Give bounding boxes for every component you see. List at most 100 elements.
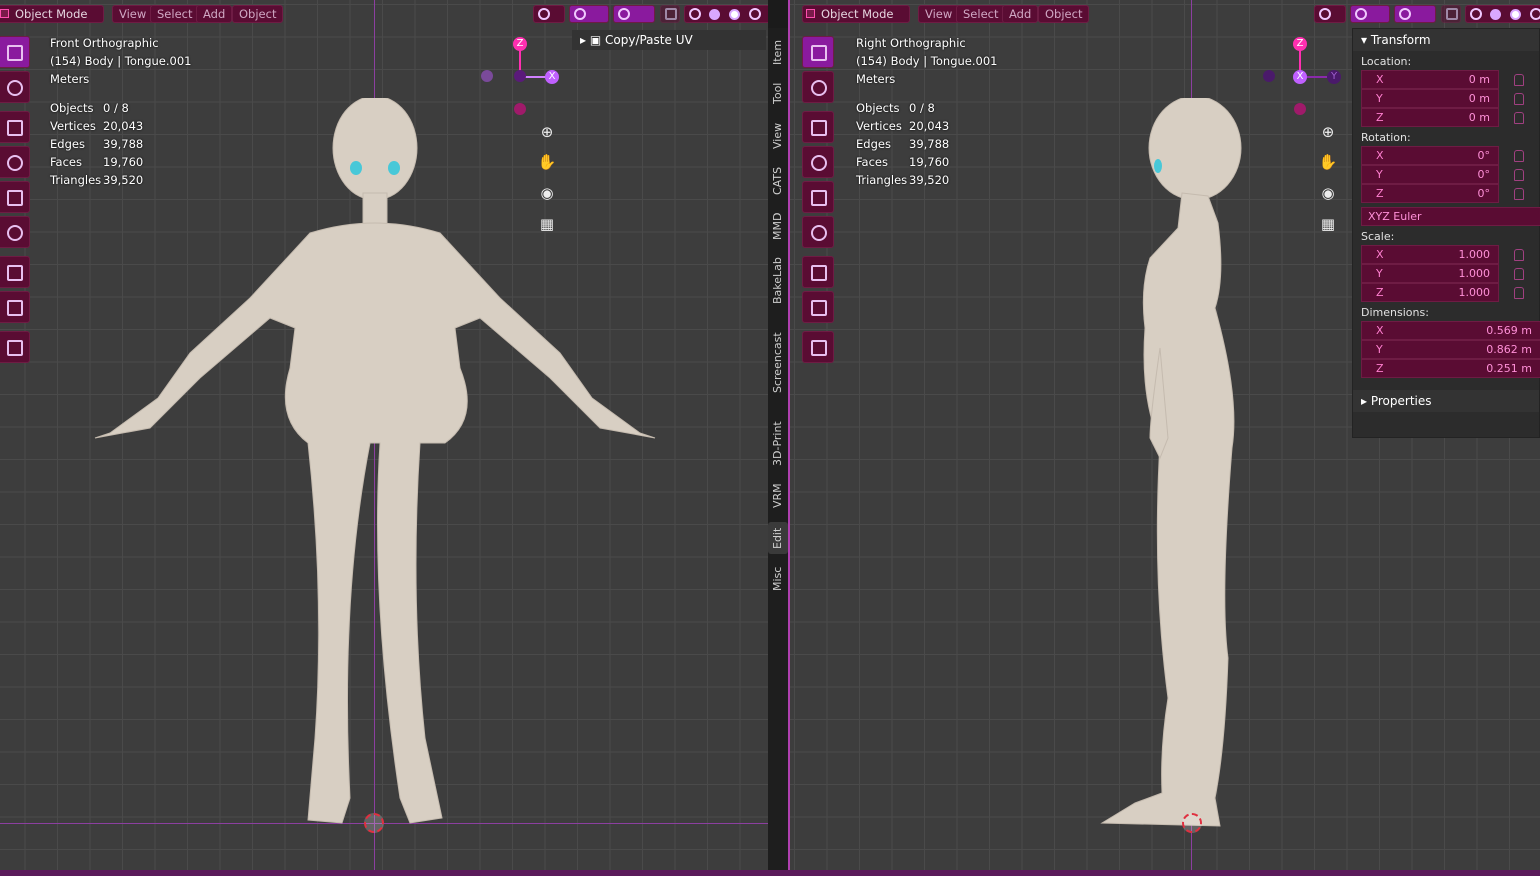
gizmo-y-axis[interactable] [514, 70, 526, 82]
location-z-field[interactable]: Z0 m [1361, 108, 1524, 127]
3d-cursor[interactable] [364, 813, 384, 833]
visibility-button[interactable] [1314, 5, 1346, 23]
lock-icon[interactable] [1514, 287, 1524, 299]
menu-add[interactable]: Add [1002, 5, 1039, 23]
measure-tool[interactable] [0, 291, 30, 323]
location-y-field[interactable]: Y0 m [1361, 89, 1524, 108]
transform-header[interactable]: ▾ Transform [1353, 29, 1539, 51]
tab-misc[interactable]: Misc [768, 564, 788, 594]
move-tool[interactable] [0, 111, 30, 143]
material-shading-icon[interactable] [1510, 9, 1521, 20]
gizmo-x-axis[interactable]: X [1293, 70, 1307, 84]
annotate-tool[interactable] [802, 256, 834, 288]
gizmo-z-axis[interactable]: Z [1293, 37, 1307, 51]
select-box-tool[interactable] [802, 36, 834, 68]
overlay-toggle[interactable] [613, 5, 655, 23]
gizmo-x-axis[interactable]: X [545, 70, 559, 84]
lock-icon[interactable] [1514, 93, 1524, 105]
navigation-gizmo[interactable]: Z Y X [1262, 36, 1352, 126]
zoom-icon[interactable]: ⊕ [1316, 120, 1340, 144]
xray-toggle[interactable] [1441, 5, 1461, 23]
menu-select[interactable]: Select [956, 5, 1006, 23]
rotation-mode-dropdown[interactable]: XYZ Euler [1361, 207, 1540, 226]
rotation-x-field[interactable]: X 0° [1361, 146, 1524, 165]
tab-view[interactable]: View [768, 120, 788, 152]
add-cube-tool[interactable] [802, 331, 834, 363]
lock-icon[interactable] [1514, 150, 1524, 162]
select-box-tool[interactable] [0, 36, 30, 68]
transform-tool[interactable] [802, 216, 834, 248]
lock-icon[interactable] [1514, 74, 1524, 86]
scale-tool[interactable] [0, 181, 30, 213]
measure-tool[interactable] [802, 291, 834, 323]
scale-x-field[interactable]: X 1.000 [1361, 245, 1524, 264]
pan-hand-icon[interactable]: ✋ [1316, 150, 1340, 174]
tab-edit[interactable]: Edit [768, 522, 788, 554]
wireframe-shading-icon[interactable] [1470, 8, 1482, 20]
gizmo-toggle[interactable] [569, 5, 609, 23]
lock-icon[interactable] [1514, 188, 1524, 200]
add-cube-tool[interactable] [0, 331, 30, 363]
lock-icon[interactable] [1514, 249, 1524, 261]
cursor-tool[interactable] [0, 71, 30, 103]
transform-tool[interactable] [0, 216, 30, 248]
lock-icon[interactable] [1514, 268, 1524, 280]
solid-shading-icon[interactable] [709, 9, 720, 20]
menu-object[interactable]: Object [232, 5, 284, 23]
menu-select[interactable]: Select [150, 5, 200, 23]
menu-view[interactable]: View [918, 5, 960, 23]
tab-screencast-keys[interactable]: Screencast Keys [768, 320, 804, 406]
gizmo-neg-z[interactable] [1294, 103, 1306, 115]
visibility-button[interactable] [533, 5, 565, 23]
menu-view[interactable]: View [112, 5, 154, 23]
object-mode-dropdown[interactable]: Object Mode [0, 5, 104, 23]
gizmo-y-axis[interactable]: Y [1327, 70, 1341, 84]
scale-z-field[interactable]: Z 1.000 [1361, 283, 1524, 302]
xray-icon [665, 8, 677, 20]
location-x-field[interactable]: X0 m [1361, 70, 1524, 89]
tab-cats[interactable]: CATS [768, 164, 788, 198]
menu-object[interactable]: Object [1038, 5, 1090, 23]
tab-3d-print[interactable]: 3D-Print [768, 420, 788, 468]
material-shading-icon[interactable] [729, 9, 740, 20]
wireframe-shading-icon[interactable] [689, 8, 701, 20]
menu-add[interactable]: Add [196, 5, 233, 23]
cursor-tool[interactable] [802, 71, 834, 103]
gizmo-neg-y[interactable] [1263, 70, 1275, 82]
tab-tool[interactable]: Tool [768, 78, 788, 108]
dimensions-y-field[interactable]: Y 0.862 m [1361, 340, 1540, 359]
lock-icon[interactable] [1514, 112, 1524, 124]
rotation-z-field[interactable]: Z 0° [1361, 184, 1524, 203]
scale-y-field[interactable]: Y 1.000 [1361, 264, 1524, 283]
copy-paste-uv-panel[interactable]: ▸ ▣ Copy/Paste UV [572, 30, 766, 50]
scale-tool[interactable] [802, 181, 834, 213]
dimensions-x-field[interactable]: X 0.569 m [1361, 321, 1540, 340]
grid-icon[interactable]: ▦ [1316, 212, 1340, 236]
properties-header[interactable]: ▸ Properties [1353, 390, 1539, 412]
move-tool[interactable] [802, 111, 834, 143]
dimensions-z-field[interactable]: Z 0.251 m [1361, 359, 1540, 378]
xray-toggle[interactable] [660, 5, 680, 23]
tab-bakelab[interactable]: BakeLab [768, 254, 788, 308]
solid-shading-icon[interactable] [1490, 9, 1501, 20]
tab-vrm[interactable]: VRM [768, 480, 788, 512]
object-mode-dropdown[interactable]: Object Mode [802, 5, 910, 23]
gizmo-z-axis[interactable]: Z [513, 37, 527, 51]
rotate-tool[interactable] [0, 146, 30, 178]
shading-modes[interactable] [684, 5, 768, 23]
lock-icon[interactable] [1514, 169, 1524, 181]
rendered-shading-icon[interactable] [749, 8, 761, 20]
rendered-shading-icon[interactable] [1530, 8, 1540, 20]
viewport-front[interactable]: Object Mode View Select Add Object Front… [0, 0, 768, 870]
rotate-tool[interactable] [802, 146, 834, 178]
3d-cursor[interactable] [1182, 813, 1202, 833]
tab-mmd[interactable]: MMD [768, 210, 788, 242]
gizmo-neg-x[interactable] [481, 70, 493, 82]
annotate-tool[interactable] [0, 256, 30, 288]
rotation-y-field[interactable]: Y 0° [1361, 165, 1524, 184]
overlay-toggle[interactable] [1394, 5, 1436, 23]
gizmo-toggle[interactable] [1350, 5, 1390, 23]
camera-icon[interactable]: ◉ [1316, 181, 1340, 205]
tab-item[interactable]: Item [768, 36, 788, 68]
shading-modes[interactable] [1465, 5, 1540, 23]
